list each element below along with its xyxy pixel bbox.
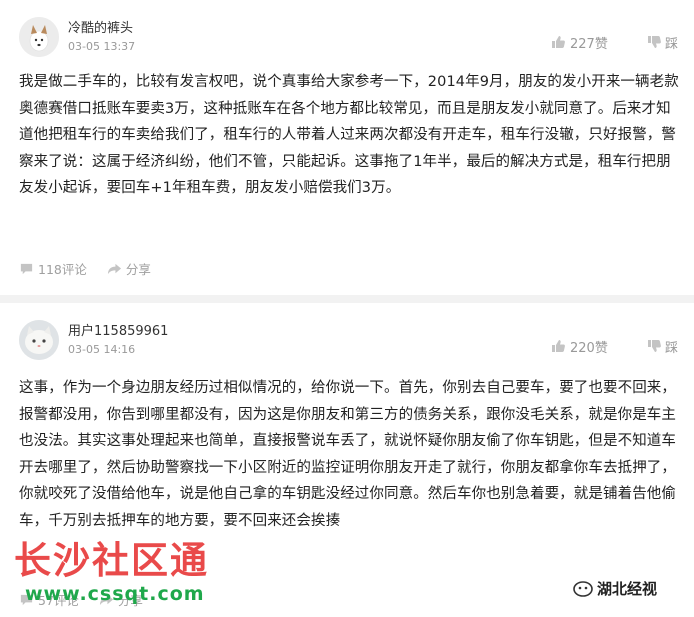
dog-avatar-icon[interactable] (19, 17, 59, 57)
comment-card: 冷酷的裤头 03-05 13:37 227赞 踩 我是做二手车的，比较有发言权吧… (0, 0, 694, 295)
dislike-button[interactable]: 踩 (646, 336, 678, 356)
like-button[interactable]: 227赞 (550, 32, 608, 52)
comment-bubble-icon (19, 261, 34, 276)
comment-actions: 118评论 分享 (19, 259, 151, 278)
comment-body: 这事，作为一个身边朋友经历过相似情况的，给你说一下。首先，你别去自己要车，要了也… (19, 380, 676, 529)
thumbs-down-icon (646, 338, 662, 354)
timestamp: 03-05 13:37 (68, 40, 136, 53)
channel-watermark: 湖北经视 (573, 578, 657, 599)
site-url-watermark: www.cssqt.com (25, 583, 205, 605)
cat-avatar-icon[interactable] (19, 320, 59, 360)
like-count: 227赞 (570, 36, 608, 52)
dislike-button[interactable]: 踩 (646, 32, 678, 52)
comment-body: 我是做二手车的，比较有发言权吧，说个真事给大家参考一下，2014年9月，朋友的发… (19, 74, 679, 196)
share-label: 分享 (125, 262, 151, 277)
dislike-label: 踩 (665, 340, 679, 356)
dislike-label: 踩 (665, 36, 679, 52)
site-watermark: 长沙社区通 (14, 538, 209, 582)
like-button[interactable]: 220赞 (550, 336, 608, 356)
thumbs-up-icon (550, 34, 566, 50)
like-count: 220赞 (570, 340, 608, 356)
channel-name: 湖北经视 (597, 580, 658, 598)
tv-channel-logo-icon (573, 580, 593, 598)
share-arrow-icon (107, 261, 122, 276)
username[interactable]: 用户115859961 (68, 320, 168, 339)
divider (0, 295, 694, 303)
thumbs-down-icon (646, 34, 662, 50)
thumbs-up-icon (550, 338, 566, 354)
timestamp: 03-05 14:16 (68, 343, 136, 356)
username[interactable]: 冷酷的裤头 (68, 17, 133, 36)
comment-count: 118评论 (38, 262, 87, 277)
share-button[interactable]: 分享 (107, 259, 151, 278)
reply-count-button[interactable]: 118评论 (19, 259, 87, 278)
